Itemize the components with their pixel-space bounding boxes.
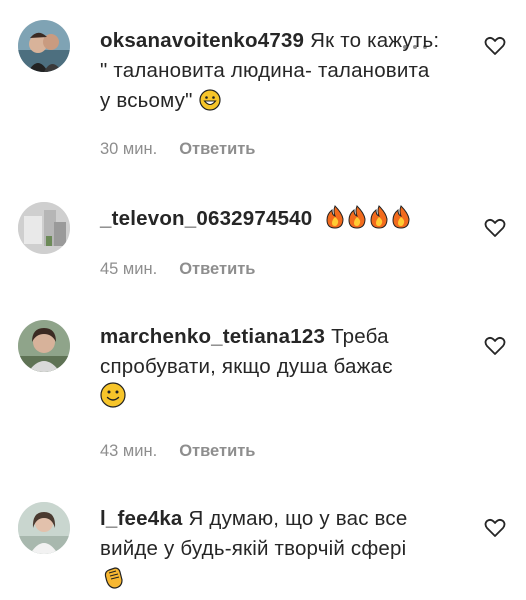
avatar[interactable] <box>18 20 70 72</box>
fire-icon <box>346 205 368 238</box>
fire-icon <box>324 205 346 238</box>
comment-timestamp: 45 мин. <box>100 260 158 278</box>
comment-body: l_fee4ka Я думаю, що у вас все вийде у бу… <box>100 504 440 599</box>
reply-button[interactable]: Ответить <box>179 140 255 159</box>
fire-icon <box>368 205 390 238</box>
comment-username[interactable]: l_fee4ka <box>100 507 183 530</box>
comment-body: oksanavoitenko4739 Як то кажуть: " талано… <box>100 26 440 120</box>
clapping-hands-icon <box>100 564 126 599</box>
heart-icon[interactable] <box>484 36 506 56</box>
comment-meta: 30 мин. Ответить <box>100 140 255 159</box>
comment-body: marchenko_tetiana123 Треба спробувати, як… <box>100 322 440 417</box>
heart-icon[interactable] <box>484 218 506 238</box>
comment-username[interactable]: marchenko_tetiana123 <box>100 325 325 348</box>
avatar[interactable] <box>18 502 70 554</box>
comment-username[interactable]: _televon_0632974540 <box>100 207 312 230</box>
avatar[interactable] <box>18 202 70 254</box>
comment-timestamp: 43 мин. <box>100 442 158 460</box>
comment-meta: 43 мин. Ответить <box>100 442 255 461</box>
avatar[interactable] <box>18 320 70 372</box>
comment-username[interactable]: oksanavoitenko4739 <box>100 29 304 52</box>
fire-icon <box>390 205 412 238</box>
reply-button[interactable]: Ответить <box>179 260 255 279</box>
heart-icon[interactable] <box>484 336 506 356</box>
comment-meta: 45 мин. Ответить <box>100 260 255 279</box>
reply-button[interactable]: Ответить <box>179 442 255 461</box>
comment-timestamp: 30 мин. <box>100 140 158 158</box>
heart-icon[interactable] <box>484 518 506 538</box>
comment-body: _televon_0632974540 <box>100 204 440 238</box>
grinning-face-icon <box>198 89 221 120</box>
slightly-smiling-face-icon <box>100 382 126 417</box>
